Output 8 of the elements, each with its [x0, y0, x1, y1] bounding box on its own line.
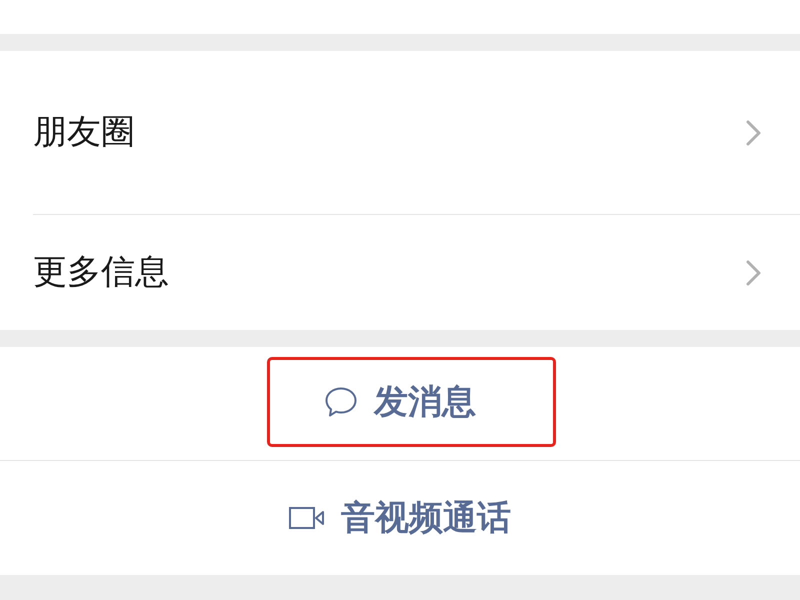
chevron-right-icon: [746, 120, 762, 146]
menu-item[interactable]: 更多信息: [0, 215, 800, 330]
chevron-right-icon: [746, 260, 762, 286]
send-message-button[interactable]: 发消息: [324, 382, 476, 423]
speech-bubble-icon: [324, 386, 358, 418]
menu-item[interactable]: 朋友圈: [0, 51, 800, 214]
video-call-button[interactable]: 音视频通话: [289, 498, 511, 538]
video-camera-icon: [289, 506, 325, 529]
